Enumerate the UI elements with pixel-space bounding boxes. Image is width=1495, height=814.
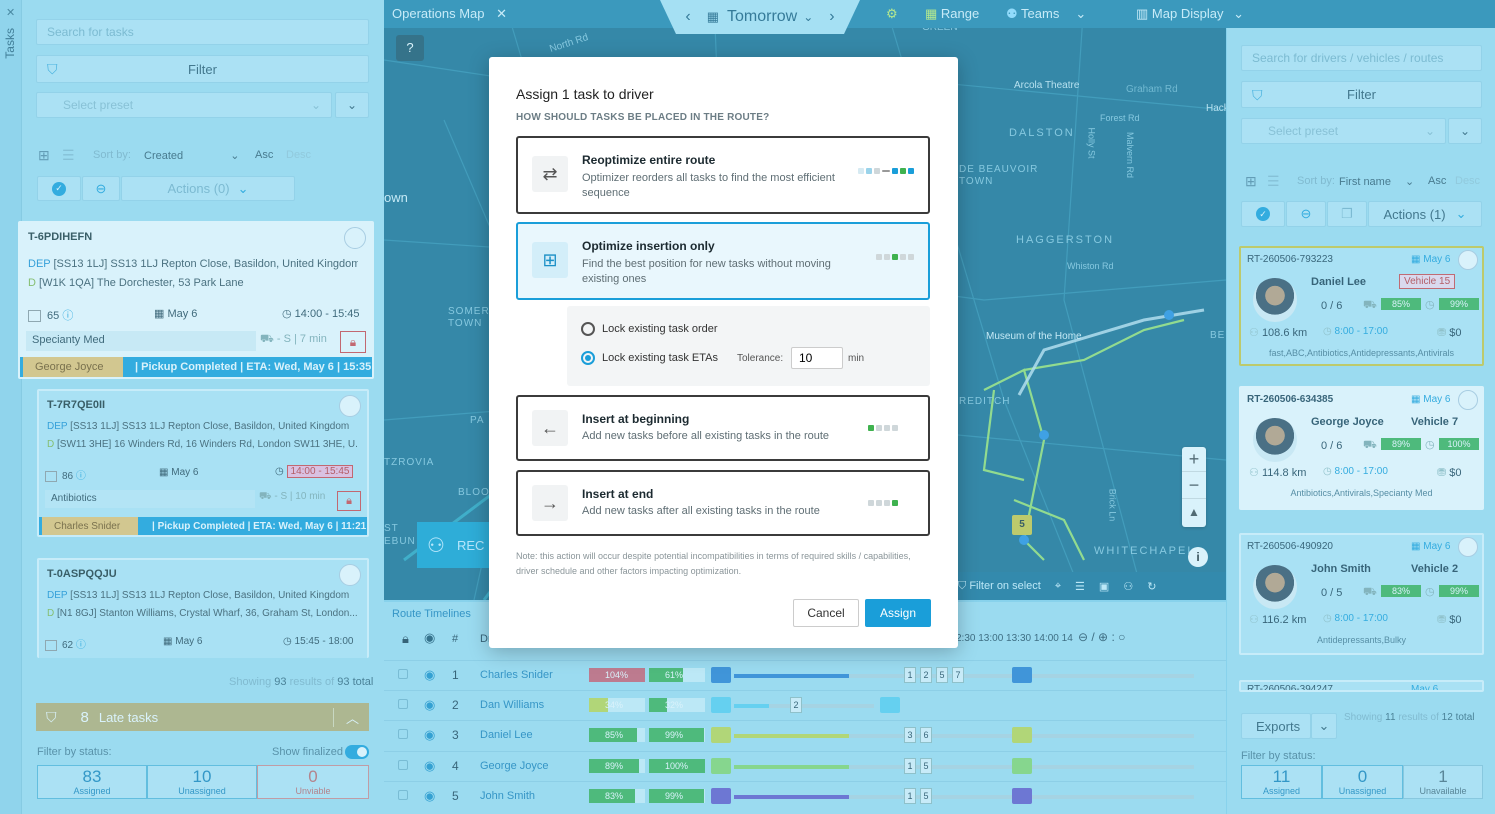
option-insert-end[interactable]: → Insert at end Add new tasks after all …: [516, 470, 930, 536]
lock-order-radio[interactable]: [581, 322, 595, 336]
tolerance-label: Tolerance:: [737, 353, 784, 364]
option-illustration: [868, 500, 898, 506]
lock-etas-label: Lock existing task ETAs: [602, 352, 718, 364]
cancel-button[interactable]: Cancel: [793, 599, 859, 627]
assign-button[interactable]: Assign: [865, 599, 931, 627]
reorder-icon: ⇄: [532, 156, 568, 192]
lock-order-label: Lock existing task order: [602, 323, 718, 335]
tolerance-unit: min: [848, 353, 865, 364]
option-optimize-insertion[interactable]: ⊞ Optimize insertion only Find the best …: [516, 222, 930, 300]
dialog-note: Note: this action will occur despite pot…: [516, 551, 911, 576]
assign-task-dialog: Assign 1 task to driver HOW SHOULD TASKS…: [489, 57, 958, 648]
tolerance-input[interactable]: [791, 347, 843, 369]
arrow-left-icon: ←: [532, 410, 568, 446]
insertion-lock-options: Lock existing task order Lock existing t…: [567, 306, 930, 386]
dialog-title: Assign 1 task to driver: [516, 86, 654, 102]
option-illustration: [876, 254, 914, 260]
option-insert-beginning[interactable]: ← Insert at beginning Add new tasks befo…: [516, 395, 930, 461]
option-reoptimize-route[interactable]: ⇄ Reoptimize entire route Optimizer reor…: [516, 136, 930, 214]
dialog-subtitle: HOW SHOULD TASKS BE PLACED IN THE ROUTE?: [516, 112, 770, 123]
lock-etas-radio[interactable]: [581, 351, 595, 365]
option-illustration: [858, 168, 914, 174]
insert-grid-icon: ⊞: [532, 242, 568, 278]
arrow-right-icon: →: [532, 485, 568, 521]
option-illustration: [868, 425, 898, 431]
